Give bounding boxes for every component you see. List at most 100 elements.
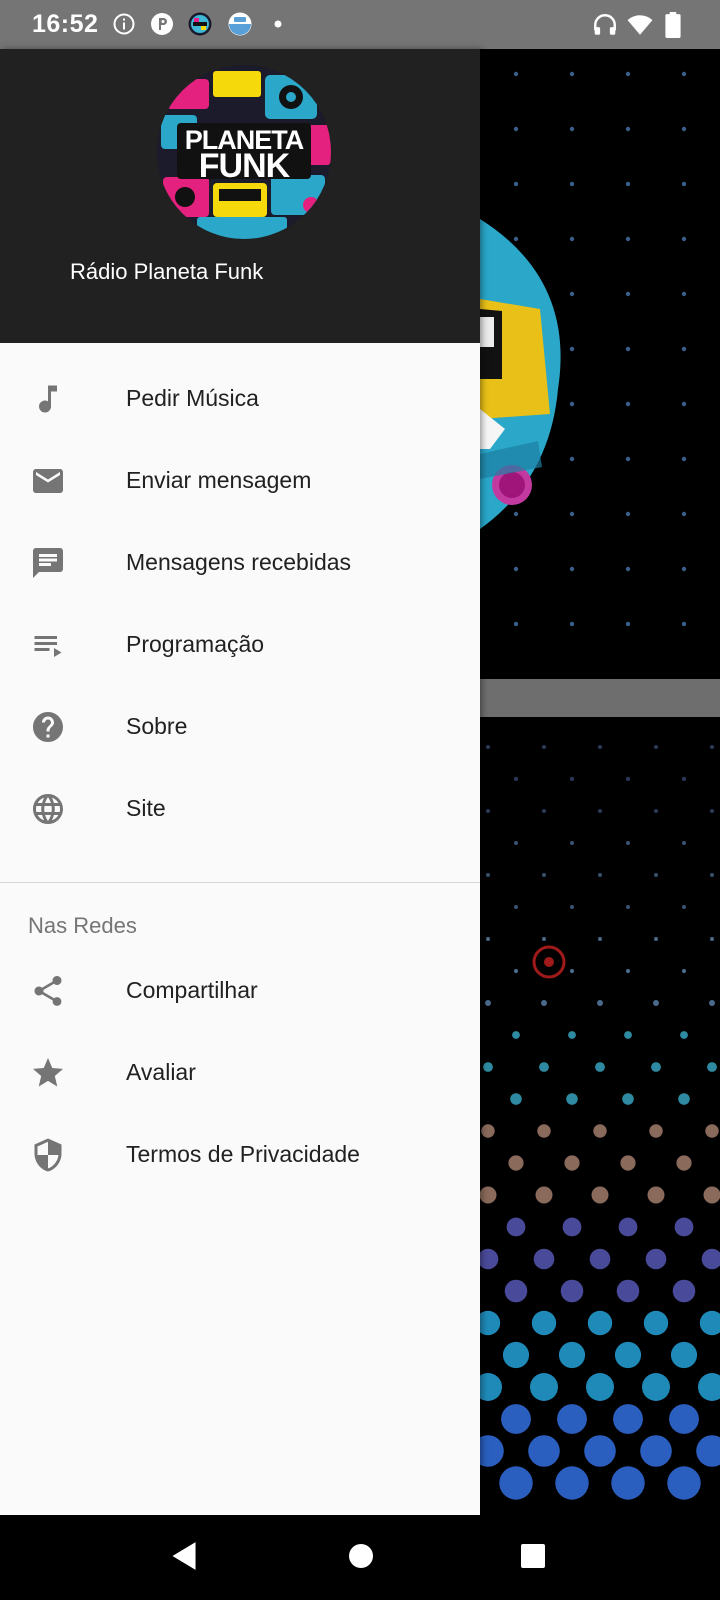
background-dot [682, 905, 686, 909]
menu-item-programacao[interactable]: Programação [0, 603, 480, 687]
background-dot [681, 566, 687, 572]
test-notification-icon [228, 12, 252, 36]
background-dot [569, 511, 575, 517]
background-dot [626, 777, 630, 781]
background-dot [710, 809, 714, 813]
background-dot [625, 126, 631, 132]
menu-item-label: Programação [126, 631, 265, 657]
background-dot [598, 937, 602, 941]
background-dot [542, 809, 546, 813]
background-dot [566, 1093, 578, 1105]
radio-logo[interactable]: PLANETA FUNK [157, 65, 331, 239]
menu-item-sobre[interactable]: Sobre [0, 685, 480, 769]
background-dot [710, 937, 714, 941]
background-dot [533, 1248, 555, 1270]
mail-icon [33, 469, 63, 493]
background-dot [654, 745, 658, 749]
back-icon[interactable] [170, 1541, 198, 1571]
background-dot [620, 1155, 636, 1171]
background-dot [625, 456, 631, 462]
background-dot [710, 873, 714, 877]
status-bar: 16:52 [0, 0, 720, 49]
background-artwork [480, 71, 687, 627]
menu-item-compartilhar[interactable]: Compartilhar [0, 949, 480, 1033]
background-dot [537, 1124, 551, 1138]
info-icon [113, 13, 135, 35]
menu-item-enviar-mensagem[interactable]: Enviar mensagem [0, 439, 480, 523]
background-dot [569, 291, 575, 297]
background-dot [703, 1186, 720, 1204]
menu-item-label: Mensagens recebidas [126, 549, 352, 575]
background-divider-bar [480, 679, 720, 717]
background-dot [587, 1310, 613, 1336]
background-dot [682, 841, 686, 845]
background-dot [569, 346, 575, 352]
background-dot [647, 1186, 665, 1204]
background-dot [570, 777, 574, 781]
menu-item-label: Termos de Privacidade [126, 1141, 360, 1167]
background-dot [653, 1000, 659, 1006]
section-title-nas-redes: Nas Redes [28, 913, 137, 938]
menu-item-label: Avaliar [126, 1059, 196, 1085]
background-dot [681, 456, 687, 462]
background-dot [485, 1000, 491, 1006]
background-dot [649, 1124, 663, 1138]
background-dot [626, 905, 630, 909]
background-dot [616, 1279, 640, 1303]
background-dot [569, 621, 575, 627]
background-dot [569, 968, 575, 974]
background-dot [570, 905, 574, 909]
background-dot [564, 1155, 580, 1171]
background-dot [698, 1373, 720, 1401]
menu-item-mensagens-recebidas[interactable]: Mensagens recebidas [0, 521, 480, 605]
background-dot [625, 566, 631, 572]
background-dot [680, 1031, 688, 1039]
drawer-header: PLANETA FUNK Rádio Planeta Funk [0, 49, 480, 343]
background-dot [480, 1373, 502, 1401]
menu-item-pedir-musica[interactable]: Pedir Música [0, 357, 480, 441]
background-dot [705, 1124, 719, 1138]
background-dot [681, 126, 687, 132]
background-dot [513, 181, 519, 187]
home-icon[interactable] [348, 1541, 374, 1571]
background-dot [614, 1341, 642, 1369]
background-dot [701, 1248, 720, 1270]
menu-item-site[interactable]: Site [0, 767, 480, 851]
background-dot [625, 511, 631, 517]
background-dot [651, 1062, 661, 1072]
menu-item-termos-de-privacidade[interactable]: Termos de Privacidade [0, 1113, 480, 1197]
background-dot [531, 1310, 557, 1336]
background-dot [640, 1435, 672, 1467]
background-dot [569, 401, 575, 407]
background-dot [501, 1404, 531, 1434]
system-navigation-bar [0, 1515, 720, 1600]
background-dot [709, 1000, 715, 1006]
background-dot [513, 621, 519, 627]
background-dot [589, 1248, 611, 1270]
background-dot [674, 1217, 694, 1237]
chat-message-icon [33, 548, 63, 578]
menu-item-label: Enviar mensagem [126, 467, 312, 493]
background-dot [654, 937, 658, 941]
background-dot [681, 401, 687, 407]
menu-item-label: Compartilhar [126, 977, 258, 1003]
menu-item-avaliar[interactable]: Avaliar [0, 1031, 480, 1115]
menu-item-label: Sobre [126, 713, 188, 739]
background-dot [483, 1062, 493, 1072]
background-dot [681, 511, 687, 517]
background-dot [681, 71, 687, 77]
background-dot [598, 745, 602, 749]
recents-icon[interactable] [520, 1541, 546, 1571]
dot-icon [274, 20, 282, 28]
drawer-header-title: Rádio Planeta Funk [70, 259, 264, 284]
background-dot [597, 1000, 603, 1006]
background-dot [513, 968, 519, 974]
background-dot [562, 1217, 582, 1237]
background-dot [625, 71, 631, 77]
help-circle-icon [33, 712, 63, 742]
background-dot [654, 873, 658, 877]
background-dot [625, 968, 631, 974]
star-icon [33, 1058, 63, 1087]
background-dot [568, 1031, 576, 1039]
background-dot [618, 1217, 638, 1237]
